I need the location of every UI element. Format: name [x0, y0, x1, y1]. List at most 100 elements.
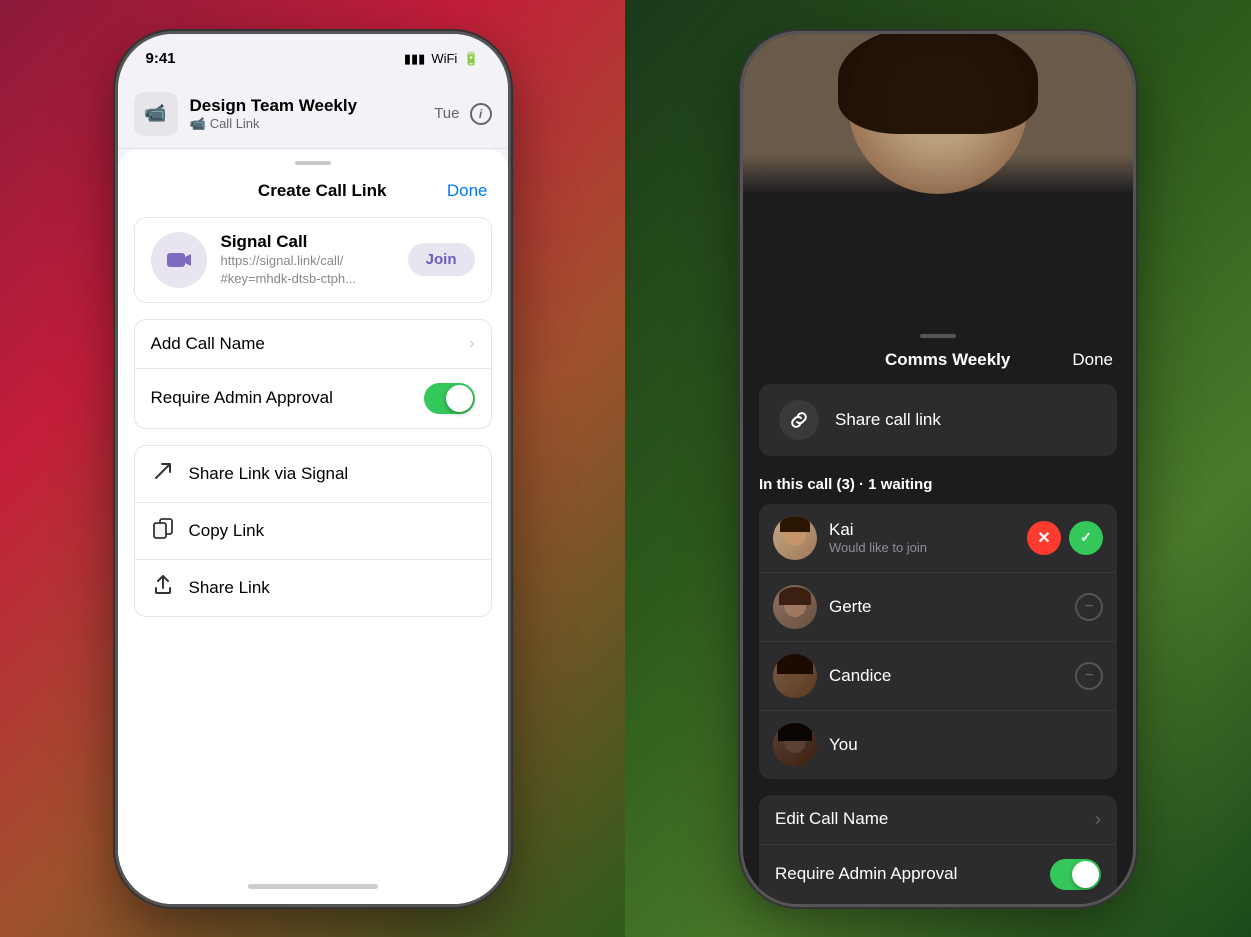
dark-sheet: Comms Weekly Done Share call link In thi… [743, 324, 1133, 904]
video-hair [838, 34, 1038, 134]
dark-require-approval-label: Require Admin Approval [775, 864, 957, 884]
share-call-link-button[interactable]: Share call link [759, 384, 1117, 456]
in-call-text: In this call (3) · 1 waiting [759, 476, 932, 493]
status-time-left: 9:41 [146, 50, 176, 67]
share-via-signal-icon [151, 460, 175, 488]
battery-icon: 🔋 [463, 51, 479, 67]
dark-require-approval-row: Require Admin Approval [759, 845, 1117, 904]
share-link-icon [151, 574, 175, 602]
left-phone-container: 9:41 ▮▮▮ WiFi 🔋 📹 Design Team Weekly 📹 C… [0, 0, 625, 937]
share-link-row[interactable]: Share Link [135, 560, 491, 616]
participant-actions-candice: − [1075, 662, 1103, 690]
dark-done-button[interactable]: Done [1072, 350, 1113, 370]
nav-date: Tue [434, 105, 459, 122]
copy-link-label: Copy Link [189, 521, 265, 541]
participants-card: Kai Would like to join ✕ ✓ Gerte [759, 504, 1117, 779]
status-bar-left: 9:41 ▮▮▮ WiFi 🔋 [118, 34, 508, 84]
avatar-candice [773, 654, 817, 698]
avatar-you [773, 723, 817, 767]
sheet-handle [295, 161, 331, 165]
avatar-kai [773, 516, 817, 560]
sheet-done-button[interactable]: Done [447, 181, 488, 201]
link-icon [779, 400, 819, 440]
in-call-header: In this call (3) · 1 waiting [743, 476, 1133, 504]
add-call-name-label: Add Call Name [151, 334, 265, 354]
participant-name-gerte: Gerte [829, 597, 1063, 617]
chat-icon-box: 📹 [134, 92, 178, 136]
home-bar-left [248, 884, 378, 889]
call-icon-circle [151, 232, 207, 288]
call-name: Signal Call [221, 232, 394, 252]
call-url: https://signal.link/call/#key=mhdk-dtsb-… [221, 252, 394, 288]
info-button[interactable]: i [470, 103, 492, 125]
wifi-icon: WiFi [431, 51, 457, 66]
participant-row-gerte: Gerte − [759, 573, 1117, 642]
sheet-title: Create Call Link [258, 181, 387, 201]
nav-title-group: Design Team Weekly 📹 Call Link [190, 96, 423, 132]
sheet-header: Create Call Link Done [118, 173, 508, 217]
sheet-inner: Create Call Link Done Signal Call https:… [118, 149, 508, 904]
dark-require-approval-toggle[interactable] [1050, 859, 1101, 890]
dark-handle [920, 334, 956, 338]
nav-header-left: 📹 Design Team Weekly 📹 Call Link Tue i [118, 84, 508, 149]
participant-name-you: You [829, 735, 1091, 755]
call-link-card: Signal Call https://signal.link/call/#ke… [134, 217, 492, 303]
participant-name-candice: Candice [829, 666, 1063, 686]
participant-info-candice: Candice [829, 666, 1063, 686]
copy-link-row[interactable]: Copy Link [135, 503, 491, 560]
subtitle-text: Call Link [210, 116, 260, 131]
participant-info-you: You [829, 735, 1091, 755]
left-phone-frame: 9:41 ▮▮▮ WiFi 🔋 📹 Design Team Weekly 📹 C… [118, 34, 508, 904]
video-call-icon [165, 246, 193, 274]
dark-settings-card: Edit Call Name › Require Admin Approval [759, 795, 1117, 904]
share-via-signal-row[interactable]: Share Link via Signal [135, 446, 491, 503]
edit-call-name-label: Edit Call Name [775, 809, 888, 829]
home-indicator-left [118, 870, 508, 904]
copy-link-icon [151, 517, 175, 545]
remove-gerte-button[interactable]: − [1075, 593, 1103, 621]
participant-row-kai: Kai Would like to join ✕ ✓ [759, 504, 1117, 573]
video-background [743, 34, 1133, 194]
edit-call-name-row[interactable]: Edit Call Name › [759, 795, 1117, 845]
share-call-label: Share call link [835, 410, 941, 430]
toggle-knob [446, 385, 473, 412]
settings-card: Add Call Name › Require Admin Approval [134, 319, 492, 429]
nav-title: Design Team Weekly [190, 96, 423, 116]
add-call-name-row[interactable]: Add Call Name › [135, 320, 491, 369]
subtitle-icon: 📹 [190, 116, 206, 132]
join-button[interactable]: Join [408, 243, 475, 276]
avatar-gerte [773, 585, 817, 629]
participant-row-candice: Candice − [759, 642, 1117, 711]
participant-name-kai: Kai [829, 520, 1015, 540]
participant-info-kai: Kai Would like to join [829, 520, 1015, 555]
require-approval-label: Require Admin Approval [151, 388, 333, 408]
signal-strength-icon: ▮▮▮ [404, 51, 425, 67]
dark-title: Comms Weekly [885, 350, 1010, 370]
right-phone-container: Comms Weekly Done Share call link In thi… [625, 0, 1251, 937]
chevron-icon: › [469, 335, 474, 353]
remove-candice-button[interactable]: − [1075, 662, 1103, 690]
call-info: Signal Call https://signal.link/call/#ke… [221, 232, 394, 288]
edit-name-chevron-icon: › [1095, 809, 1101, 830]
require-approval-row: Require Admin Approval [135, 369, 491, 428]
deny-kai-button[interactable]: ✕ [1027, 521, 1061, 555]
participant-row-you: You [759, 711, 1117, 779]
participant-actions-gerte: − [1075, 593, 1103, 621]
status-icons-left: ▮▮▮ WiFi 🔋 [404, 51, 480, 67]
approve-kai-button[interactable]: ✓ [1069, 521, 1103, 555]
right-phone-frame: Comms Weekly Done Share call link In thi… [743, 34, 1133, 904]
video-icon: 📹 [144, 103, 166, 124]
nav-right: Tue i [434, 103, 491, 125]
nav-subtitle: 📹 Call Link [190, 116, 423, 132]
require-approval-toggle[interactable] [424, 383, 475, 414]
dark-header: Comms Weekly Done [743, 344, 1133, 384]
participant-actions-kai: ✕ ✓ [1027, 521, 1103, 555]
dark-toggle-knob [1072, 861, 1099, 888]
share-link-label: Share Link [189, 578, 270, 598]
share-via-signal-label: Share Link via Signal [189, 464, 349, 484]
participant-info-gerte: Gerte [829, 597, 1063, 617]
share-options-card: Share Link via Signal Copy Link [134, 445, 492, 617]
participant-status-kai: Would like to join [829, 540, 1015, 555]
sheet-container: Create Call Link Done Signal Call https:… [118, 149, 508, 904]
chain-link-icon [789, 410, 809, 430]
